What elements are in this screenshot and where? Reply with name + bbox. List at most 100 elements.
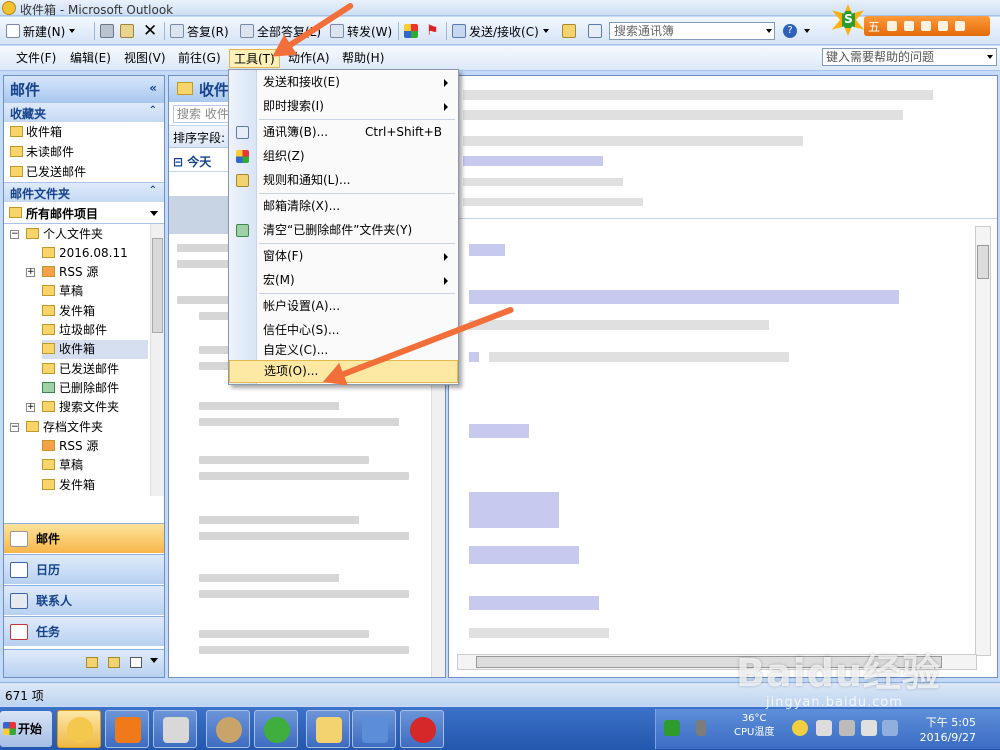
taskbar-explorer[interactable] bbox=[306, 710, 350, 748]
section-collapse-icon[interactable]: ⌃ bbox=[149, 185, 157, 196]
menu-send-receive[interactable]: 发送和接收(E) bbox=[229, 71, 458, 94]
mail-folders-section-header[interactable]: 邮件文件夹 ⌃ bbox=[4, 182, 164, 202]
tree-outbox[interactable]: 发件箱 bbox=[42, 302, 95, 321]
scrollbar-thumb[interactable] bbox=[977, 245, 989, 279]
menu-empty-deleted[interactable]: 清空“已删除邮件”文件夹(Y) bbox=[229, 219, 458, 242]
taskbar-acrobat[interactable] bbox=[153, 710, 197, 748]
network-tray-icon[interactable] bbox=[839, 720, 855, 736]
favorite-inbox[interactable]: 收件箱 bbox=[4, 122, 164, 142]
delete-button[interactable]: ✕ bbox=[143, 21, 157, 41]
paint-palette-icon bbox=[216, 717, 242, 743]
battery-icon[interactable] bbox=[696, 720, 706, 736]
sogou-tray-icon[interactable] bbox=[664, 720, 680, 736]
menu-organize[interactable]: 组织(Z) bbox=[229, 145, 458, 168]
menu-rules-alerts[interactable]: 规则和通知(L)... bbox=[229, 169, 458, 192]
taskbar-picture-viewer[interactable] bbox=[352, 710, 396, 748]
expand-toggle-icon[interactable]: + bbox=[26, 403, 35, 412]
taskbar-paint[interactable] bbox=[206, 710, 250, 748]
ime-status-bar[interactable]: 五 bbox=[864, 16, 990, 36]
address-book-button[interactable] bbox=[588, 21, 605, 41]
reading-pane-vertical-scrollbar[interactable] bbox=[975, 226, 991, 656]
dropdown-arrow-icon bbox=[150, 211, 158, 216]
move-folder-icon bbox=[120, 24, 134, 38]
print-button[interactable] bbox=[100, 21, 117, 41]
menu-file[interactable]: 文件(F) bbox=[12, 49, 60, 68]
send-receive-dropdown-arrow-icon bbox=[542, 29, 549, 33]
menu-instant-search[interactable]: 即时搜索(I) bbox=[229, 95, 458, 118]
tree-rss[interactable]: + RSS 源 bbox=[26, 263, 98, 282]
folder-list-icon[interactable] bbox=[108, 657, 120, 668]
menu-mailbox-cleanup[interactable]: 邮箱清除(X)... bbox=[229, 195, 458, 218]
taskbar-pdf[interactable] bbox=[105, 710, 149, 748]
taskbar-meitu[interactable] bbox=[400, 710, 444, 748]
module-mail-button[interactable]: 邮件 bbox=[4, 523, 164, 553]
favorite-sent-label: 已发送邮件 bbox=[26, 165, 87, 179]
menu-help[interactable]: 帮助(H) bbox=[338, 49, 388, 68]
collapse-toggle-icon[interactable]: − bbox=[10, 423, 19, 432]
favorite-unread[interactable]: 未读邮件 bbox=[4, 142, 164, 162]
help-question-icon: ? bbox=[783, 24, 797, 38]
module-tasks-button[interactable]: 任务 bbox=[4, 616, 164, 646]
help-dropdown-arrow-icon bbox=[987, 55, 993, 59]
scrollbar-thumb[interactable] bbox=[152, 238, 163, 333]
menu-view[interactable]: 视图(V) bbox=[120, 49, 170, 68]
input-tray-icon[interactable] bbox=[882, 720, 898, 736]
configure-buttons-arrow-icon[interactable] bbox=[150, 658, 158, 663]
menu-go[interactable]: 前往(G) bbox=[174, 49, 225, 68]
tree-archive-outbox[interactable]: 发件箱 bbox=[42, 476, 95, 495]
rss-icon bbox=[42, 440, 55, 451]
tree-junk[interactable]: 垃圾邮件 bbox=[42, 321, 107, 340]
flag-tray-icon[interactable] bbox=[816, 720, 832, 736]
tree-archive-drafts[interactable]: 草稿 bbox=[42, 456, 83, 475]
collapse-toggle-icon[interactable]: − bbox=[10, 230, 19, 239]
notes-icon[interactable] bbox=[86, 657, 98, 668]
new-button[interactable]: 新建(N) bbox=[6, 21, 76, 41]
wrench-icon bbox=[955, 21, 966, 31]
shortcuts-icon[interactable] bbox=[130, 657, 142, 668]
menu-forms[interactable]: 窗体(F) bbox=[229, 245, 458, 268]
tree-deleted[interactable]: 已删除邮件 bbox=[42, 379, 119, 398]
tree-personal-folders[interactable]: − 个人文件夹 bbox=[10, 225, 103, 244]
help-question-input[interactable]: 键入需要帮助的问题 bbox=[822, 48, 997, 66]
ime-toolbar[interactable]: S 五 bbox=[832, 4, 992, 38]
favorites-section-header[interactable]: 收藏夹 ⌃ bbox=[4, 102, 164, 122]
help-button[interactable]: ? bbox=[783, 21, 810, 41]
folder-tree-scrollbar[interactable] bbox=[150, 224, 164, 496]
section-collapse-icon[interactable]: ⌃ bbox=[149, 105, 157, 116]
volume-tray-icon[interactable] bbox=[861, 720, 877, 736]
send-receive-button[interactable]: 发送/接收(C) bbox=[452, 21, 549, 41]
tree-search-folders[interactable]: + 搜索文件夹 bbox=[26, 398, 119, 417]
tree-drafts[interactable]: 草稿 bbox=[42, 282, 83, 301]
tree-sent[interactable]: 已发送邮件 bbox=[42, 360, 119, 379]
forward-button[interactable]: 转发(W) bbox=[330, 21, 392, 41]
all-mail-items-selector[interactable]: 所有邮件项目 bbox=[4, 202, 164, 224]
tree-archive-folders[interactable]: − 存档文件夹 bbox=[10, 418, 104, 437]
menu-account-settings[interactable]: 帐户设置(A)... bbox=[229, 295, 458, 318]
tree-archive-rss[interactable]: RSS 源 bbox=[42, 437, 98, 456]
favorite-sent[interactable]: 已发送邮件 bbox=[4, 162, 164, 182]
menu-address-book[interactable]: 通讯簿(B)... Ctrl+Shift+B bbox=[229, 121, 458, 144]
categorize-button[interactable] bbox=[404, 21, 421, 41]
find-contact-button[interactable] bbox=[562, 21, 579, 41]
reply-button[interactable]: 答复(R) bbox=[170, 21, 229, 41]
expand-toggle-icon[interactable]: + bbox=[26, 268, 35, 277]
taskbar-outlook[interactable] bbox=[57, 710, 101, 748]
blurred-sender bbox=[199, 516, 359, 524]
start-button[interactable]: 开始 bbox=[0, 711, 52, 747]
menu-edit[interactable]: 编辑(E) bbox=[66, 49, 115, 68]
module-calendar-button[interactable]: 日历 bbox=[4, 554, 164, 584]
move-to-folder-button[interactable] bbox=[120, 21, 137, 41]
update-tray-icon[interactable] bbox=[792, 720, 808, 736]
collapse-chevron-icon[interactable]: « bbox=[149, 81, 157, 95]
tree-inbox[interactable]: 收件箱 bbox=[42, 340, 148, 359]
tree-label: 已发送邮件 bbox=[59, 362, 120, 376]
red-flag-icon: ⚑ bbox=[426, 23, 439, 39]
menu-macro[interactable]: 宏(M) bbox=[229, 269, 458, 292]
browser-e-icon bbox=[264, 717, 290, 743]
taskbar-browser[interactable] bbox=[254, 710, 298, 748]
module-contacts-button[interactable]: 联系人 bbox=[4, 585, 164, 615]
tree-folder-20160811[interactable]: 2016.08.11 bbox=[42, 244, 128, 263]
follow-up-flag-button[interactable]: ⚑ bbox=[426, 21, 439, 41]
address-book-search-input[interactable]: 搜索通讯簿 bbox=[609, 22, 775, 40]
tree-label: 存档文件夹 bbox=[43, 420, 104, 434]
